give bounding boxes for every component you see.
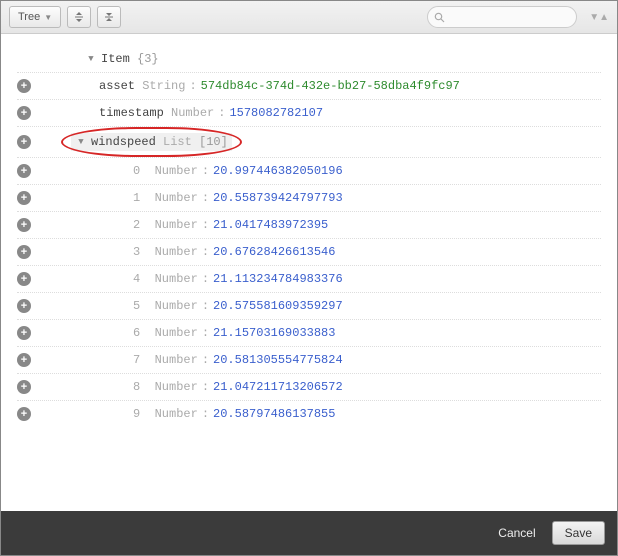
node-index: 7 [133,353,140,367]
chevron-down-icon: ▼ [44,13,52,22]
toolbar: Tree ▼ ▼▲ [1,1,617,34]
add-icon[interactable]: + [17,106,31,120]
add-icon[interactable]: + [17,218,31,232]
node-value: 20.581305554775824 [213,353,343,367]
node-index: 4 [133,272,140,286]
add-icon[interactable]: + [17,79,31,93]
node-type: Number [155,272,198,286]
node-value: 21.113234784983376 [213,272,343,286]
save-button[interactable]: Save [552,521,605,545]
add-icon[interactable]: + [17,245,31,259]
add-icon[interactable]: + [17,353,31,367]
add-icon[interactable]: + [17,164,31,178]
collapse-all-button[interactable] [97,6,121,28]
collapse-toggle[interactable]: ▼ [75,137,87,147]
node-index: 6 [133,326,140,340]
tree-node-root: ▼ Item {3} [17,46,601,73]
node-value: 1578082782107 [229,106,323,120]
add-icon[interactable]: + [17,407,31,421]
tree-content: ▼ Item {3} + asset String : 574db84c-374… [1,34,617,511]
node-type: List [163,135,192,149]
node-type: Number [171,106,214,120]
cancel-button[interactable]: Cancel [492,522,541,544]
node-index: 3 [133,245,140,259]
tree-node-timestamp: + timestamp Number : 1578082782107 [17,100,601,127]
node-index: 9 [133,407,140,421]
node-index: 5 [133,299,140,313]
tree-node-list-item: +3 Number:20.67628426613546 [17,239,601,266]
add-icon[interactable]: + [17,299,31,313]
node-type: Number [155,380,198,394]
node-value: 21.0417483972395 [213,218,328,232]
node-index: 1 [133,191,140,205]
add-icon[interactable]: + [17,326,31,340]
tree-node-list-item: +2 Number:21.0417483972395 [17,212,601,239]
editor-frame: Tree ▼ ▼▲ [0,0,618,556]
node-type: String [142,79,185,93]
node-type: Number [155,407,198,421]
node-type: Number [155,245,198,259]
filter-dropdown-icon[interactable]: ▼▲ [589,12,609,23]
node-type: Number [155,164,198,178]
add-icon[interactable]: + [17,135,31,149]
node-value: 20.58797486137855 [213,407,335,421]
search-box [427,6,577,28]
add-icon[interactable]: + [17,191,31,205]
search-input[interactable] [427,6,577,28]
node-meta: [10] [199,135,228,149]
tree-node-list-item: +7 Number:20.581305554775824 [17,347,601,374]
tree-node-list-item: +9 Number:20.58797486137855 [17,401,601,427]
node-type: Number [155,326,198,340]
node-value: 20.575581609359297 [213,299,343,313]
tree-node-asset: + asset String : 574db84c-374d-432e-bb27… [17,73,601,100]
node-key: windspeed [91,135,156,149]
add-icon[interactable]: + [17,272,31,286]
node-type: Number [155,299,198,313]
node-meta: {3} [137,52,159,66]
node-type: Number [155,218,198,232]
node-key: Item [101,52,130,66]
node-key: asset [99,79,135,93]
node-key: timestamp [99,106,164,120]
mode-dropdown[interactable]: Tree ▼ [9,6,61,28]
node-value: 20.67628426613546 [213,245,335,259]
expand-all-button[interactable] [67,6,91,28]
node-type: Number [155,191,198,205]
tree-node-list-item: +0 Number:20.997446382050196 [17,158,601,185]
expand-all-icon [73,11,85,23]
node-index: 2 [133,218,140,232]
tree-node-list-item: +8 Number:21.047211713206572 [17,374,601,401]
node-value: 21.15703169033883 [213,326,335,340]
collapse-all-icon [103,11,115,23]
node-index: 0 [133,164,140,178]
node-index: 8 [133,380,140,394]
add-icon[interactable]: + [17,380,31,394]
node-value: 21.047211713206572 [213,380,343,394]
tree-node-list-item: +6 Number:21.15703169033883 [17,320,601,347]
footer: Cancel Save [1,511,617,555]
tree-node-list-item: +5 Number:20.575581609359297 [17,293,601,320]
collapse-toggle[interactable]: ▼ [85,54,97,64]
tree-node-windspeed: + ▼ windspeed List [10] [17,127,601,158]
tree-node-list-item: +4 Number:21.113234784983376 [17,266,601,293]
highlighted-node: ▼ windspeed List [10] [71,133,232,151]
mode-label: Tree [18,11,40,23]
tree-node-list-item: +1 Number:20.558739424797793 [17,185,601,212]
node-type: Number [155,353,198,367]
node-value: 20.558739424797793 [213,191,343,205]
node-value: 574db84c-374d-432e-bb27-58dba4f9fc97 [201,79,460,93]
node-value: 20.997446382050196 [213,164,343,178]
